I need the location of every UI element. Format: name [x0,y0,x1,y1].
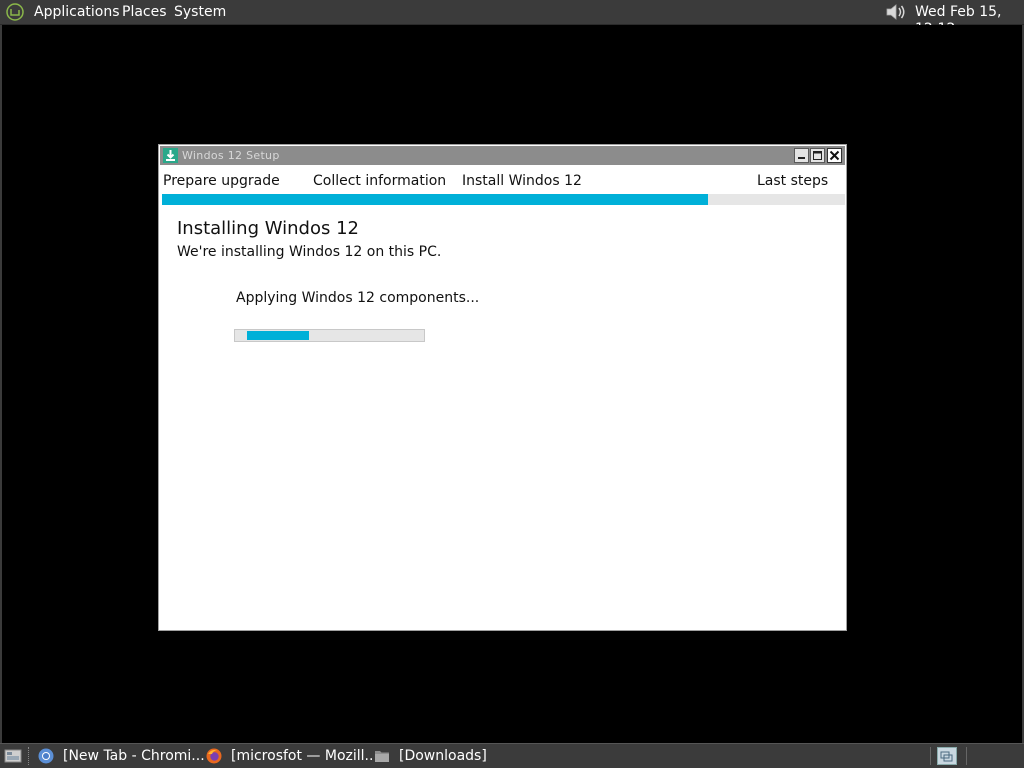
status-text: Applying Windos 12 components... [236,290,480,306]
step-last-steps: Last steps [757,173,829,189]
close-button[interactable] [827,148,842,163]
workspace-icon[interactable] [937,747,957,765]
component-progress-fill [247,331,309,340]
mint-logo-icon[interactable] [6,3,24,21]
show-desktop-icon[interactable] [4,747,22,765]
top-panel: Applications Places System Wed Feb 15, 1… [0,0,1024,37]
component-progress-bar [234,329,425,342]
taskbar-item-chromium[interactable]: [New Tab - Chromi... [38,744,205,768]
overall-progress-bar [162,194,845,205]
tray-separator [966,747,967,765]
setup-download-icon [163,148,178,163]
taskbar-separator [28,747,31,765]
step-install: Install Windos 12 [462,173,582,189]
minimize-icon [798,157,805,159]
places-menu[interactable]: Places [122,4,167,21]
taskbar-item-firefox[interactable]: [microsfot — Mozill... [206,744,378,768]
taskbar-item-downloads[interactable]: [Downloads] [374,744,534,768]
step-collect-information: Collect information [313,173,447,189]
close-icon [829,150,840,161]
workspace-graphic [940,751,953,762]
folder-icon [375,751,389,762]
step-prepare-upgrade: Prepare upgrade [163,173,280,189]
window-title: Windos 12 Setup [182,149,280,162]
page-title: Installing Windos 12 [177,218,359,239]
taskbar-label: [New Tab - Chromi... [63,748,205,764]
page-subtitle: We're installing Windos 12 on this PC. [177,244,442,260]
taskbar: [New Tab - Chromi... [microsfot — Mozill… [0,743,1024,768]
taskbar-label: [Downloads] [399,748,487,764]
overall-progress-fill [162,194,709,205]
system-menu[interactable]: System [174,4,226,21]
setup-window: Windos 12 Setup Prepare upgrade Collect … [158,144,847,631]
firefox-icon [206,748,222,764]
maximize-button[interactable] [810,148,825,163]
tray-separator [930,747,931,765]
applications-menu[interactable]: Applications [34,4,120,21]
taskbar-label: [microsfot — Mozill... [231,748,378,764]
volume-icon[interactable] [884,2,908,22]
minimize-button[interactable] [794,148,809,163]
maximize-icon [813,151,822,160]
chromium-icon [38,748,54,764]
window-titlebar[interactable]: Windos 12 Setup [160,146,845,165]
